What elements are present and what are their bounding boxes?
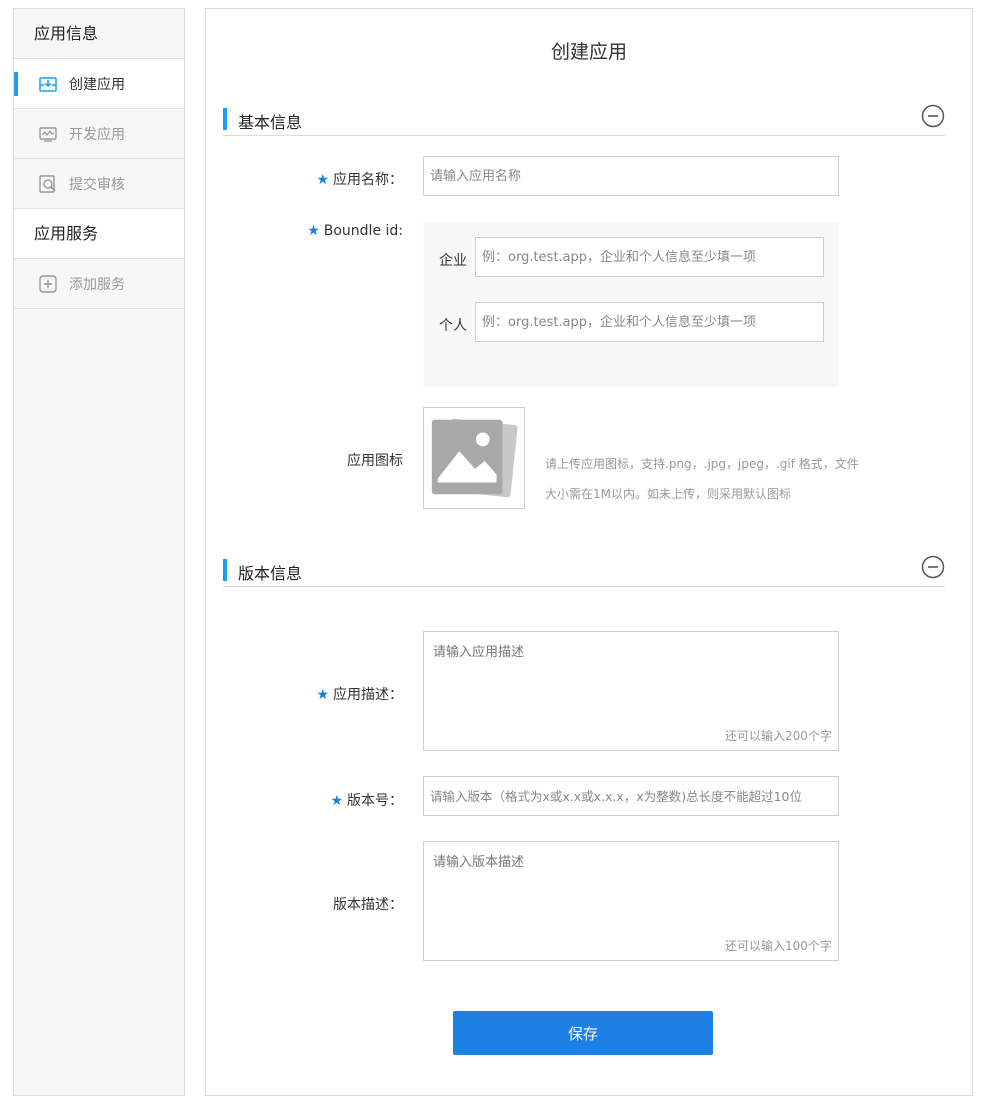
sidebar-item-label: 开发应用: [69, 126, 125, 143]
create-app-icon: [38, 74, 58, 94]
bundle-id-box: 企业 个人: [423, 222, 839, 387]
image-placeholder-icon: [431, 418, 518, 498]
main-panel: 创建应用 基本信息 ★应用名称： ★Boundle id: 企业 个人 应用图标…: [205, 8, 973, 1096]
required-star: ★: [330, 793, 343, 809]
develop-app-icon: [38, 124, 58, 144]
sidebar-item-submit-review[interactable]: 提交审核: [14, 159, 184, 209]
personal-bundle-input[interactable]: [475, 302, 824, 342]
sidebar-item-label: 创建应用: [69, 76, 125, 93]
section-accent-bar: [223, 108, 227, 130]
required-star: ★: [307, 223, 320, 239]
collapse-icon[interactable]: [921, 555, 945, 579]
section-title: 基本信息: [238, 113, 303, 132]
app-name-label: ★ 应用名称：: [316, 172, 403, 188]
version-no-input[interactable]: [423, 776, 839, 816]
enterprise-bundle-input[interactable]: [475, 237, 824, 277]
collapse-icon[interactable]: [921, 104, 945, 128]
save-button[interactable]: 保存: [453, 1011, 713, 1055]
submit-review-icon: [38, 174, 58, 194]
icon-upload-box[interactable]: [423, 407, 525, 509]
section-accent-bar: [223, 559, 227, 581]
enterprise-label: 企业: [439, 253, 467, 269]
sidebar-item-label: 添加服务: [69, 276, 125, 293]
sidebar-item-label: 提交审核: [69, 176, 125, 193]
app-desc-counter: 还可以输入200个字: [725, 729, 832, 743]
bundle-id-label: ★ Boundle id:: [307, 223, 403, 239]
upload-hint-line2: 大小需在1M以内。如未上传，则采用默认图标: [545, 487, 791, 501]
app-icon-label: 应用图标: [347, 453, 403, 469]
sidebar: 应用信息 创建应用 开发应用 提交审核 应用服务 添加服务: [13, 8, 185, 1096]
page-title: 创建应用: [550, 41, 627, 63]
version-desc-label: 版本描述：: [333, 897, 403, 913]
sidebar-group-app-service: 应用服务: [14, 209, 184, 259]
sidebar-item-add-service[interactable]: 添加服务: [14, 259, 184, 309]
personal-label: 个人: [439, 318, 467, 334]
version-desc-counter: 还可以输入100个字: [725, 939, 832, 953]
required-star: ★: [316, 687, 329, 703]
app-desc-label: ★ 应用描述：: [316, 687, 403, 703]
app-name-input[interactable]: [423, 156, 839, 196]
sidebar-item-create-app[interactable]: 创建应用: [14, 59, 184, 109]
section-title: 版本信息: [238, 564, 303, 583]
required-star: ★: [316, 172, 329, 188]
section-basic-info: 基本信息: [223, 104, 945, 136]
sidebar-item-develop-app[interactable]: 开发应用: [14, 109, 184, 159]
section-version-info: 版本信息: [223, 555, 945, 587]
upload-hint-line1: 请上传应用图标，支持.png，.jpg，jpeg，.gif 格式，文件: [545, 457, 859, 471]
sidebar-group-app-info: 应用信息: [14, 9, 184, 59]
version-no-label: ★ 版本号：: [330, 793, 403, 809]
add-service-icon: [38, 274, 58, 294]
